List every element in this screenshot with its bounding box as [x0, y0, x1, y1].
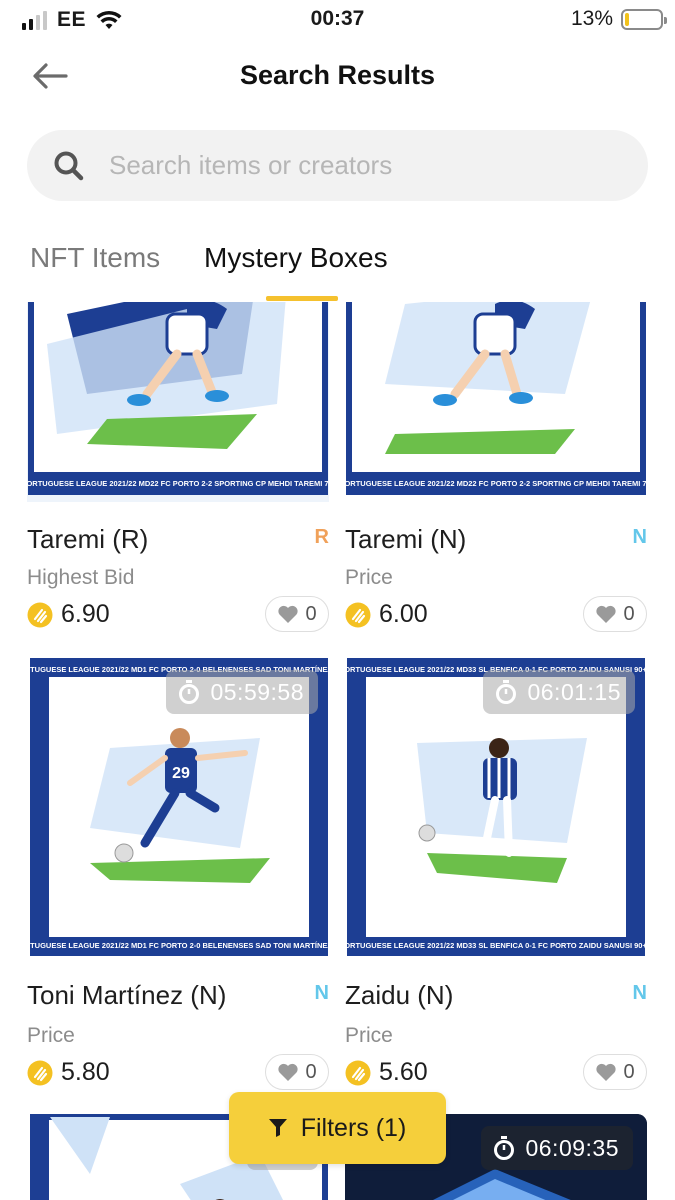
card-banner: PORTUGUESE LEAGUE 2021/22 MD22 FC PORTO … — [27, 479, 329, 488]
countdown-timer: 06:09:35 — [481, 1126, 633, 1170]
rarity-badge: N — [632, 526, 647, 548]
player-artwork: PORTUGUESE LEAGUE 2021/22 MD22 FC PORTO … — [27, 302, 329, 502]
card-info: Zaidu (N) N Price 5.60 0 — [345, 980, 647, 1090]
search-bar[interactable] — [27, 130, 648, 201]
card-info: Taremi (N) N Price 6.00 0 — [345, 524, 647, 634]
card-artwork: PORTUGUESE LEAGUE 2021/22 MD22 FC PORTO … — [27, 302, 329, 534]
card-banner: PORTUGUESE LEAGUE 2021/22 MD1 FC PORTO 2… — [30, 941, 328, 950]
price-label: Price — [27, 1024, 75, 1047]
price-value: 5.80 — [61, 1058, 110, 1086]
price-label: Price — [345, 566, 393, 589]
countdown-timer: 05:59:58 — [166, 670, 318, 714]
like-count: 0 — [623, 1060, 635, 1083]
mystery-box-card[interactable]: PORTUGUESE LEAGUE 2021/22 MD33 SL BENFIC… — [347, 658, 649, 956]
like-count: 0 — [305, 602, 317, 625]
price-value: 6.90 — [61, 600, 110, 628]
card-title: Taremi (N) — [345, 524, 467, 554]
battery-percent: 13% — [570, 7, 613, 30]
card-info: Toni Martínez (N) N Price 5.80 0 — [27, 980, 329, 1090]
card-title: Taremi (R) — [27, 524, 149, 554]
header: Search Results — [0, 48, 675, 106]
price-label: Highest Bid — [27, 566, 135, 589]
timer-value: 06:01:15 — [527, 678, 621, 705]
timer-value: 05:59:58 — [210, 678, 304, 705]
price-value: 5.60 — [379, 1058, 428, 1086]
rarity-badge: R — [314, 526, 329, 548]
rarity-badge: N — [632, 982, 647, 1004]
results-grid: PORTUGUESE LEAGUE 2021/22 MD22 FC PORTO … — [0, 302, 675, 1200]
card-artwork: PORTUGUESE LEAGUE 2021/22 MD33 SL BENFIC… — [347, 658, 649, 956]
heart-icon — [278, 605, 299, 623]
search-icon — [54, 151, 84, 180]
timer-value: 06:09:35 — [525, 1134, 619, 1161]
price-value: 6.00 — [379, 600, 428, 628]
card-banner: PORTUGUESE LEAGUE 2021/22 MD33 SL BENFIC… — [347, 941, 645, 950]
card-title: Toni Martínez (N) — [27, 980, 227, 1010]
status-bar: EE 00:37 13% — [0, 0, 675, 40]
mystery-box-card[interactable]: 29 PORTUGUESE LEAGUE 2021/22 MD1 FC PORT… — [30, 658, 332, 956]
filter-icon — [268, 1119, 287, 1137]
heart-icon — [596, 1063, 617, 1081]
svg-text:29: 29 — [172, 765, 190, 782]
tab-nft-items[interactable]: NFT Items — [30, 242, 160, 274]
heart-icon — [278, 1063, 299, 1081]
like-count: 0 — [623, 602, 635, 625]
search-input[interactable] — [109, 150, 609, 181]
card-banner: PORTUGUESE LEAGUE 2021/22 MD22 FC PORTO … — [345, 479, 647, 488]
like-button[interactable]: 0 — [265, 1054, 329, 1090]
mystery-box-card[interactable]: PORTUGUESE LEAGUE 2021/22 MD22 FC PORTO … — [27, 302, 329, 534]
mystery-box-card[interactable]: PORTUGUESE LEAGUE 2021/22 MD22 FC PORTO … — [345, 302, 647, 534]
stopwatch-icon — [179, 680, 200, 704]
heart-icon — [596, 605, 617, 623]
tab-mystery-boxes[interactable]: Mystery Boxes — [204, 242, 388, 274]
stopwatch-icon — [496, 680, 517, 704]
coin-icon — [27, 602, 53, 627]
battery-level — [625, 12, 630, 26]
stopwatch-icon — [494, 1136, 515, 1160]
like-count: 0 — [305, 1060, 317, 1083]
coin-icon — [345, 1060, 371, 1085]
filters-button[interactable]: Filters (1) — [229, 1092, 446, 1164]
like-button[interactable]: 0 — [583, 596, 647, 632]
coin-icon — [27, 1060, 53, 1085]
filters-label: Filters (1) — [300, 1113, 407, 1142]
tab-bar: NFT Items Mystery Boxes — [0, 230, 675, 302]
player-artwork: PORTUGUESE LEAGUE 2021/22 MD22 FC PORTO … — [345, 302, 647, 495]
coin-icon — [345, 602, 371, 627]
active-tab-indicator — [266, 296, 338, 301]
price-label: Price — [345, 1024, 393, 1047]
countdown-timer: 06:01:15 — [483, 670, 635, 714]
card-artwork: PORTUGUESE LEAGUE 2021/22 MD22 FC PORTO … — [345, 302, 647, 534]
card-info: Taremi (R) R Highest Bid 6.90 0 — [27, 524, 329, 634]
card-artwork: 29 PORTUGUESE LEAGUE 2021/22 MD1 FC PORT… — [30, 658, 332, 956]
page-title: Search Results — [239, 60, 436, 90]
like-button[interactable]: 0 — [265, 596, 329, 632]
battery-icon — [621, 8, 667, 30]
like-button[interactable]: 0 — [583, 1054, 647, 1090]
rarity-badge: N — [314, 982, 329, 1004]
card-title: Zaidu (N) — [345, 980, 454, 1010]
